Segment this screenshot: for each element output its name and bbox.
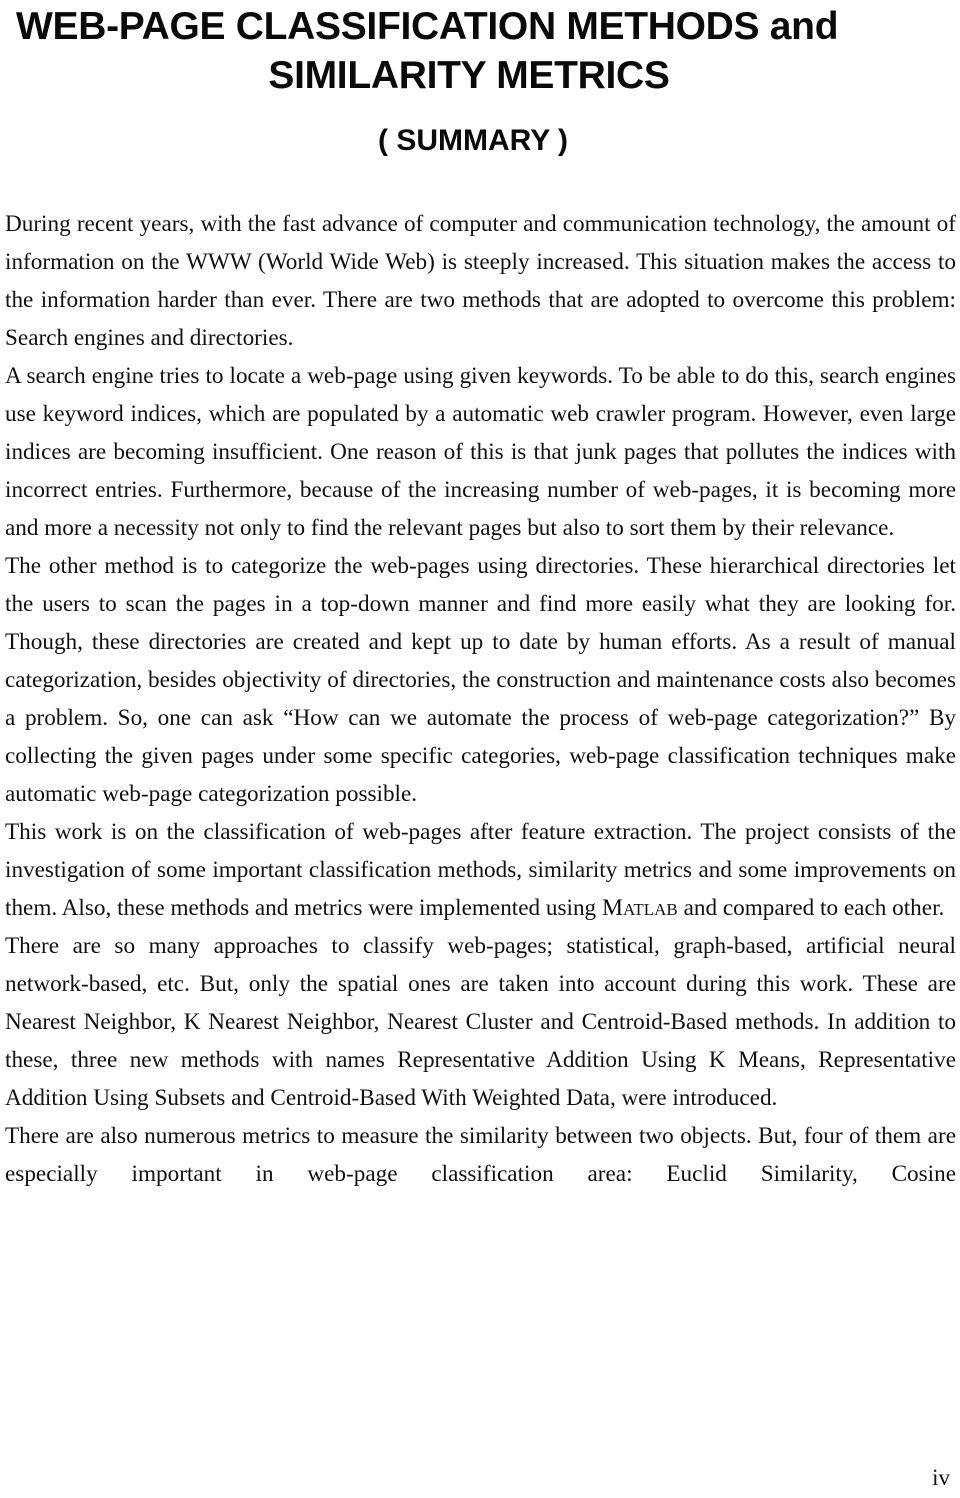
document-title-line-1: WEB-PAGE CLASSIFICATION METHODS and bbox=[16, 5, 839, 48]
paragraph-1: During recent years, with the fast advan… bbox=[5, 211, 956, 351]
document-body: During recent years, with the fast advan… bbox=[5, 205, 956, 1231]
document-title-block: WEB-PAGE CLASSIFICATION METHODS and SIMI… bbox=[0, 0, 960, 160]
document-title-line-2: SIMILARITY METRICS bbox=[268, 54, 670, 97]
paragraph-3: The other method is to categorize the we… bbox=[5, 553, 956, 807]
paragraph-6: There are also numerous metrics to measu… bbox=[5, 1123, 956, 1187]
page-number: iv bbox=[932, 1465, 950, 1490]
document-page: WEB-PAGE CLASSIFICATION METHODS and SIMI… bbox=[0, 0, 960, 1498]
paragraph-4: This work is on the classification of we… bbox=[5, 813, 956, 927]
paragraph-4-text-after-matlab: and compared to each other. bbox=[677, 895, 945, 921]
matlab-smallcaps-text: Matlab bbox=[601, 895, 678, 921]
paragraph-2: A search engine tries to locate a web-pa… bbox=[5, 363, 956, 541]
document-subtitle: ( SUMMARY ) bbox=[378, 124, 568, 157]
paragraph-5: There are so many approaches to classify… bbox=[5, 933, 956, 1111]
